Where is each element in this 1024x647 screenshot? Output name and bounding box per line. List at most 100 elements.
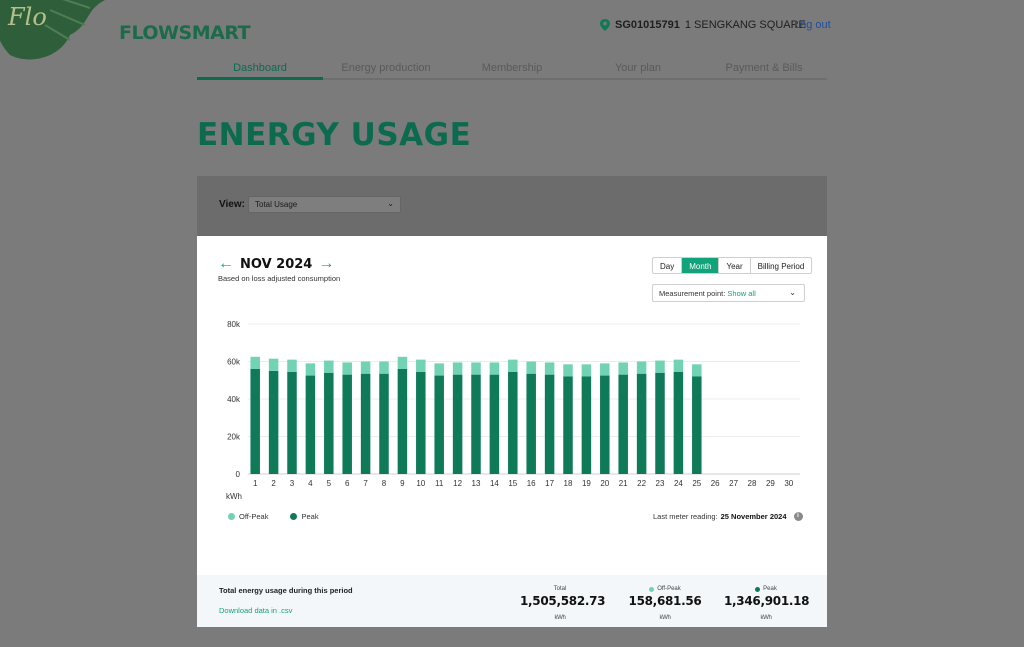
main-nav: Dashboard Energy production Membership Y… (197, 58, 827, 80)
x-tick-label: 27 (729, 479, 738, 488)
granularity-day-button[interactable]: Day (653, 258, 683, 273)
bar-off-peak (600, 363, 610, 376)
legend-off-peak-label: Off-Peak (239, 512, 269, 521)
view-bar: View: Total Usage ⌄ (197, 176, 827, 236)
off-peak-dot-icon (228, 513, 235, 520)
bar-peak (416, 371, 426, 474)
granularity-month-button[interactable]: Month (682, 258, 720, 273)
bar-off-peak (434, 363, 444, 376)
bar-peak (581, 376, 592, 474)
bar-peak (636, 373, 647, 474)
bar-peak (526, 373, 536, 474)
chevron-down-icon: ⌄ (789, 288, 796, 297)
peak-label: Peak (724, 586, 808, 592)
x-tick-label: 17 (545, 479, 554, 488)
x-tick-label: 25 (692, 479, 701, 488)
x-tick-label: 29 (766, 479, 775, 488)
tab-energy-production[interactable]: Energy production (323, 58, 449, 78)
bar-peak (324, 372, 334, 474)
x-tick-label: 15 (508, 479, 517, 488)
bar-peak (618, 374, 628, 474)
measurement-point-select[interactable]: Measurement point: Show all ⌄ (652, 284, 805, 302)
bar-off-peak (655, 360, 665, 373)
y-tick-label: 20k (227, 433, 241, 442)
next-period-arrow-icon[interactable]: → (318, 256, 334, 272)
y-tick-label: 0 (236, 470, 241, 479)
bar-peak (287, 371, 297, 474)
logout-link[interactable]: Log out (794, 19, 831, 31)
off-peak-dot-icon (649, 586, 655, 592)
download-csv-link[interactable]: Download data in .csv (219, 606, 292, 615)
chevron-down-icon: ⌄ (387, 199, 394, 208)
x-tick-label: 23 (656, 479, 665, 488)
chart-legend: Off-Peak Peak (228, 512, 319, 521)
view-select[interactable]: Total Usage ⌄ (248, 196, 401, 213)
usage-bar-chart: 020k40k60k80kkWh1 2 3 4 5 6 7 8 9 10 11 12 13 14 15 16 1… (226, 320, 800, 501)
bar-peak (342, 374, 352, 474)
x-tick-label: 14 (490, 479, 499, 488)
bar-off-peak (692, 364, 702, 377)
y-tick-label: 40k (227, 395, 241, 404)
bar-peak (397, 369, 408, 474)
bar-peak (360, 373, 371, 474)
x-tick-label: 13 (472, 479, 481, 488)
legend-peak[interactable]: Peak (290, 512, 319, 521)
bar-off-peak (673, 359, 684, 372)
bar-off-peak (526, 361, 536, 374)
bar-off-peak (416, 359, 426, 372)
bar-peak (434, 375, 444, 474)
total-value: 1,505,582.73 kWh (520, 594, 606, 621)
x-tick-label: 21 (619, 479, 628, 488)
peak-value: 1,346,901.18 kWh (724, 594, 810, 621)
x-tick-label: 26 (711, 479, 720, 488)
measurement-point-label: Measurement point: (659, 289, 726, 298)
bar-peak (544, 374, 555, 474)
previous-period-arrow-icon[interactable]: ← (218, 256, 234, 272)
bar-off-peak (379, 361, 389, 374)
bar-off-peak (508, 359, 518, 372)
tab-payment-bills[interactable]: Payment & Bills (701, 58, 827, 78)
last-meter-reading: Last meter reading: 25 November 2024 i (653, 512, 803, 521)
bar-peak (692, 376, 702, 474)
total-stat: Total 1,505,582.73 kWh (520, 586, 606, 622)
period-nav: ← NOV 2024 → (218, 256, 334, 272)
offpeak-value: 158,681.56 kWh (628, 594, 702, 621)
x-tick-label: 7 (363, 479, 368, 488)
x-tick-label: 16 (527, 479, 536, 488)
bar-off-peak (360, 361, 371, 374)
granularity-billing-period-button[interactable]: Billing Period (751, 258, 812, 273)
totals-footer: Total energy usage during this period Do… (197, 575, 827, 627)
x-tick-label: 22 (637, 479, 646, 488)
granularity-toggle: Day Month Year Billing Period (652, 257, 813, 274)
totals-title: Total energy usage during this period (219, 586, 353, 595)
x-tick-label: 12 (453, 479, 462, 488)
bar-off-peak (581, 364, 592, 377)
legend-off-peak[interactable]: Off-Peak (228, 512, 268, 521)
x-tick-label: 24 (674, 479, 683, 488)
offpeak-stat: Off-Peak 158,681.56 kWh (625, 586, 705, 622)
x-tick-label: 2 (271, 479, 276, 488)
bar-off-peak (563, 364, 573, 377)
x-tick-label: 5 (327, 479, 332, 488)
peak-dot-icon (755, 586, 761, 592)
peak-dot-icon (290, 513, 298, 520)
legend-peak-label: Peak (301, 512, 319, 521)
bar-peak (673, 371, 684, 474)
site-info: SG01015791 1 SENGKANG SQUARE (600, 19, 806, 31)
info-icon[interactable]: i (793, 512, 803, 521)
bar-peak (452, 374, 463, 474)
bar-off-peak (250, 356, 260, 369)
tab-dashboard[interactable]: Dashboard (197, 58, 323, 80)
bar-peak (655, 372, 665, 474)
granularity-year-button[interactable]: Year (719, 258, 751, 273)
bar-peak (563, 376, 573, 474)
bar-off-peak (305, 363, 316, 376)
tab-membership[interactable]: Membership (449, 58, 575, 78)
peak-stat: Peak 1,346,901.18 kWh (724, 586, 810, 622)
site-address: 1 SENGKANG SQUARE (684, 19, 806, 31)
tab-your-plan[interactable]: Your plan (575, 58, 701, 78)
bar-peak (600, 375, 610, 474)
x-tick-label: 9 (400, 479, 405, 488)
x-tick-label: 10 (416, 479, 425, 488)
bar-off-peak (287, 359, 297, 372)
